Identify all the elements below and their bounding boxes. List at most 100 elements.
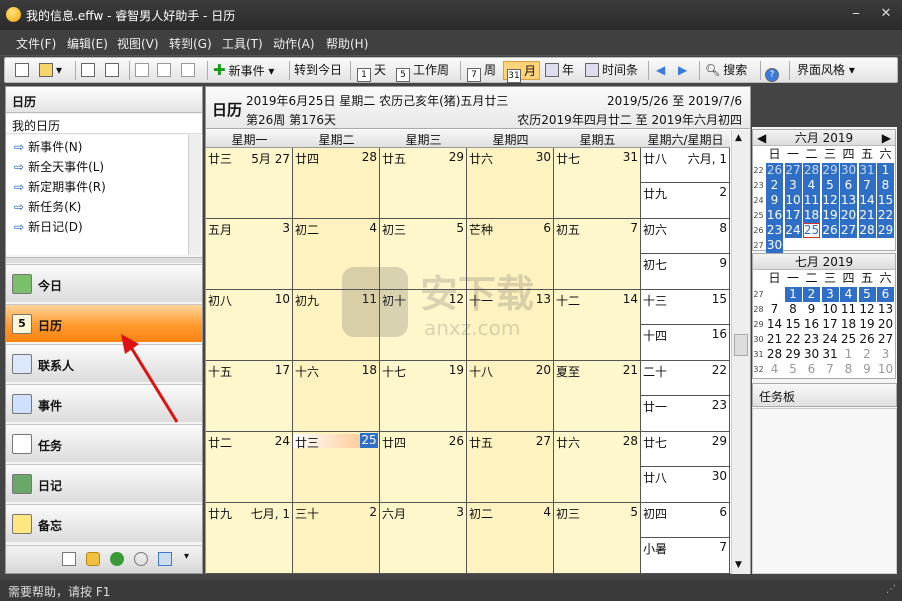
mini-day[interactable]: 24 [822,332,839,347]
new-event-link[interactable]: ⇨ 新事件(N) [14,138,82,155]
calendar-scrollbar[interactable]: ▲ ▼ [731,130,750,574]
day-cell[interactable]: 25 廿三 [293,432,380,503]
mini-day[interactable]: 30 [766,238,783,253]
sync-icon[interactable] [158,552,172,566]
mini-day[interactable]: 21 [766,332,783,347]
mini-day[interactable]: 26 [859,332,876,347]
mini-day[interactable]: 5 [785,362,802,377]
mini-day[interactable]: 18 [803,208,820,223]
mini-day[interactable]: 1 [784,287,802,302]
mini-day[interactable]: 29 [877,223,894,238]
forward-arrow-icon[interactable]: ▶ [678,61,687,80]
magnifier-icon[interactable] [134,552,148,566]
mini-day[interactable]: 29 [785,347,802,362]
menu-file[interactable]: 文件(F) [16,35,56,52]
mini-day[interactable]: 1 [877,163,894,178]
day-cell[interactable]: 3 五月 [206,219,293,290]
mini-day[interactable]: 11 [840,302,857,317]
new-recurring-event-link[interactable]: ⇨ 新定期事件(R) [14,178,106,195]
key-icon[interactable] [86,552,100,566]
month-view-button[interactable]: 31 月 [503,61,541,83]
mini-day[interactable]: 4 [840,287,857,302]
day-cell[interactable]: 24 廿二 [206,432,293,503]
mini-day[interactable]: 22 [785,332,802,347]
mini-day[interactable]: 31 [822,347,839,362]
mini-day[interactable]: 14 [766,317,783,332]
mini-day[interactable]: 11 [803,193,820,208]
mini-day[interactable]: 15 [877,193,894,208]
print-icon[interactable] [81,61,98,80]
paste-icon[interactable] [181,61,198,80]
task-pad-header[interactable]: 任务板 [752,383,897,407]
mini-day[interactable]: 4 [766,362,783,377]
year-view-button[interactable]: 年 [545,61,574,80]
mini-day[interactable]: 28 [858,223,876,238]
mini-day[interactable]: 27 [784,163,802,178]
next-month-icon[interactable]: ▶ [882,130,891,146]
day-cell[interactable]: 26 廿四 [380,432,467,503]
open-folder-icon[interactable]: ▾ [39,61,62,80]
mini-day[interactable]: 16 [803,317,820,332]
day-cell[interactable]: 5月 27 廿三 [206,148,293,219]
mini-day[interactable]: 7 [822,362,839,377]
new-allday-event-link[interactable]: ⇨ 新全天事件(L) [14,158,104,175]
menu-help[interactable]: 帮助(H) [326,35,368,52]
saturday-cell[interactable]: 十三 15 [641,290,730,325]
mini-day[interactable]: 2 [859,347,876,362]
nav-today[interactable]: 今日 [6,264,202,302]
sunday-cell[interactable]: 初七 9 [641,254,730,290]
sunday-cell[interactable]: 廿一 23 [641,396,730,432]
saturday-cell[interactable]: 廿八 六月, 1 [641,148,730,183]
mini-day[interactable]: 29 [821,163,839,178]
resize-grip-icon[interactable]: ⋰ [886,584,896,595]
day-cell[interactable]: 10 初八 [206,290,293,361]
mini-day[interactable]: 19 [821,208,839,223]
mini-day[interactable]: 18 [840,317,857,332]
new-event-button[interactable]: ✚ 新事件 ▾ [213,61,274,80]
search-button[interactable]: 🔍︎ 搜索 [705,61,747,80]
preview-icon[interactable] [105,61,122,80]
mini-day[interactable]: 27 [840,223,857,238]
mini-day[interactable]: 26 [821,223,839,238]
mini-day[interactable]: 6 [877,287,894,302]
close-button[interactable]: ✕ [876,4,896,24]
mini-day[interactable]: 10 [784,193,802,208]
mini-day[interactable]: 8 [785,302,802,317]
notes-small-icon[interactable] [62,552,76,566]
copy-icon[interactable] [157,61,174,80]
mini-day[interactable]: 30 [840,163,857,178]
day-cell[interactable]: 28 廿四 [293,148,380,219]
day-cell[interactable]: 27 廿五 [467,432,554,503]
mini-day[interactable]: 2 [803,287,820,302]
goto-today-button[interactable]: 转到今日 [294,61,342,80]
mini-day[interactable]: 10 [877,362,894,377]
new-task-link[interactable]: ⇨ 新任务(K) [14,198,81,215]
day-cell[interactable]: 30 廿六 [467,148,554,219]
mini-day[interactable]: 10 [822,302,839,317]
new-file-icon[interactable] [15,61,32,80]
day-cell[interactable]: 18 十六 [293,361,380,432]
mini-day[interactable]: 13 [840,193,857,208]
nav-diary[interactable]: 日记 [6,464,202,502]
mini-day[interactable]: 1 [840,347,857,362]
day-cell[interactable]: 17 十五 [206,361,293,432]
prev-month-icon[interactable]: ◀ [757,130,766,146]
mini-day[interactable]: 7 [858,178,876,193]
back-arrow-icon[interactable]: ◀ [656,61,665,80]
mini-day[interactable]: 6 [840,178,857,193]
sunday-cell[interactable]: 十四 16 [641,325,730,361]
mini-day[interactable]: 23 [803,332,820,347]
scroll-down-icon[interactable]: ▼ [735,560,742,570]
mini-day[interactable]: 19 [859,317,876,332]
globe-icon[interactable] [110,552,124,566]
new-diary-link[interactable]: ⇨ 新日记(D) [14,218,83,235]
saturday-cell[interactable]: 廿七 29 [641,432,730,467]
theme-dropdown[interactable]: 界面风格 ▾ [797,61,855,80]
mini-day[interactable]: 28 [766,347,783,362]
timeline-view-button[interactable]: 时间条 [585,61,638,80]
saturday-cell[interactable]: 二十 22 [641,361,730,396]
day-cell[interactable]: 21 夏至 [554,361,641,432]
menu-actions[interactable]: 动作(A) [273,35,315,52]
mini-day[interactable]: 3 [877,347,894,362]
mini-day[interactable]: 23 [766,223,783,238]
